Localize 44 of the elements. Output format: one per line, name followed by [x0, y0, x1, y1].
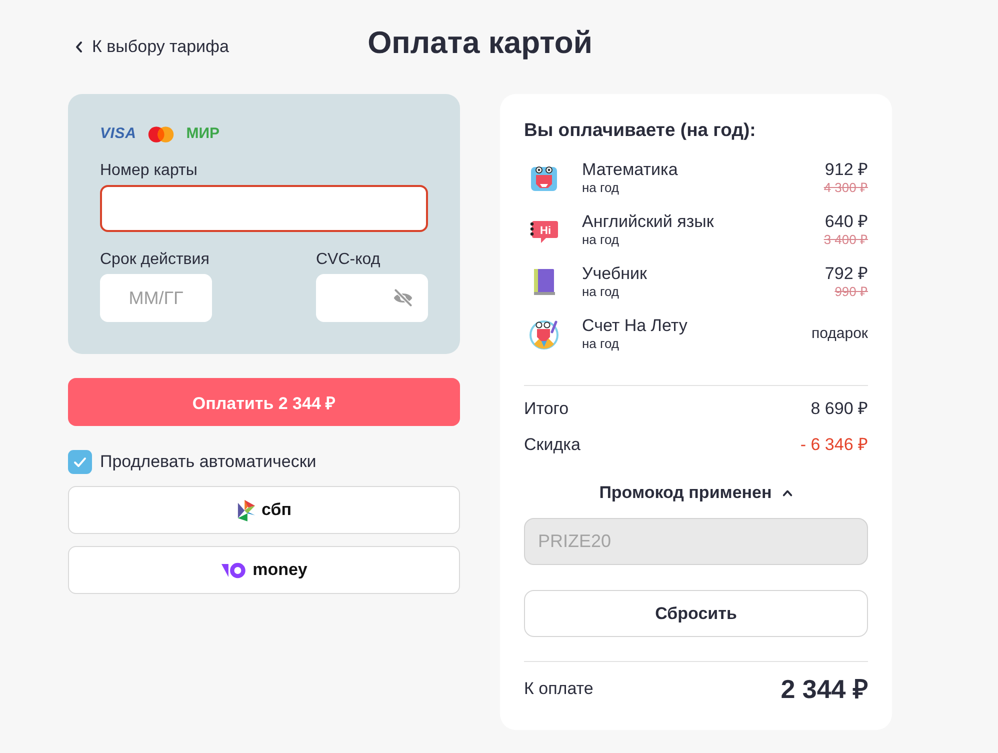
page-title: Оплата картой	[368, 25, 592, 61]
reset-button[interactable]: Сбросить	[524, 590, 868, 637]
chevron-left-icon	[75, 41, 83, 53]
product-price: 640 ₽	[824, 212, 868, 232]
product-period: на год	[582, 180, 620, 196]
field-label: CVC-код	[316, 250, 382, 270]
product-name: Математика	[582, 160, 678, 180]
ring-logo-icon	[220, 562, 247, 578]
brand-logo: VISA	[100, 126, 136, 142]
old-price: 990 ₽	[834, 284, 868, 300]
product-name: Английский язык	[582, 212, 714, 232]
amount-due-value: 2 344 ₽	[780, 674, 868, 704]
expiry-field[interactable]: ММ/ГГ	[100, 274, 212, 322]
triangles-logo-icon	[236, 498, 256, 522]
field-label: Срок действия	[100, 250, 210, 270]
brand-logo: МИР	[186, 126, 220, 142]
card-number-field[interactable]	[100, 185, 428, 232]
product-name: Учебник	[582, 264, 647, 284]
summary-heading: Вы оплачиваете (на год):	[524, 118, 757, 142]
payment-method-button[interactable]: сбп	[68, 486, 460, 534]
product-price: 792 ₽	[824, 264, 868, 284]
old-price: 3 400 ₽	[824, 232, 868, 248]
payment-method-button[interactable]: money	[68, 546, 460, 594]
discount-label: Скидка	[524, 434, 580, 456]
back-link[interactable]: К выбору тарифа	[75, 37, 229, 57]
caret-icon	[782, 489, 793, 497]
product-name: Счет На Лету	[582, 316, 688, 336]
product-period: на год	[582, 336, 620, 352]
total-value: 8 690 ₽	[810, 398, 868, 420]
old-price: 4 300 ₽	[824, 180, 868, 196]
eye-off-icon[interactable]	[392, 287, 414, 309]
checkbox[interactable]	[68, 450, 92, 474]
total-label: Итого	[524, 398, 569, 420]
checkbox-label: Продлевать автоматически	[100, 452, 316, 472]
monster-badge-icon	[528, 318, 560, 350]
product-price: подарок	[812, 324, 868, 344]
circles-logo-icon	[147, 126, 176, 142]
amount-due-label: К оплате	[524, 678, 594, 700]
cvc-field[interactable]	[316, 274, 428, 322]
product-period: на год	[582, 284, 620, 300]
field-label: Номер карты	[100, 161, 198, 181]
discount-value: - 6 346 ₽	[800, 434, 868, 456]
product-period: на год	[582, 232, 620, 248]
product-price: 912 ₽	[824, 160, 868, 180]
